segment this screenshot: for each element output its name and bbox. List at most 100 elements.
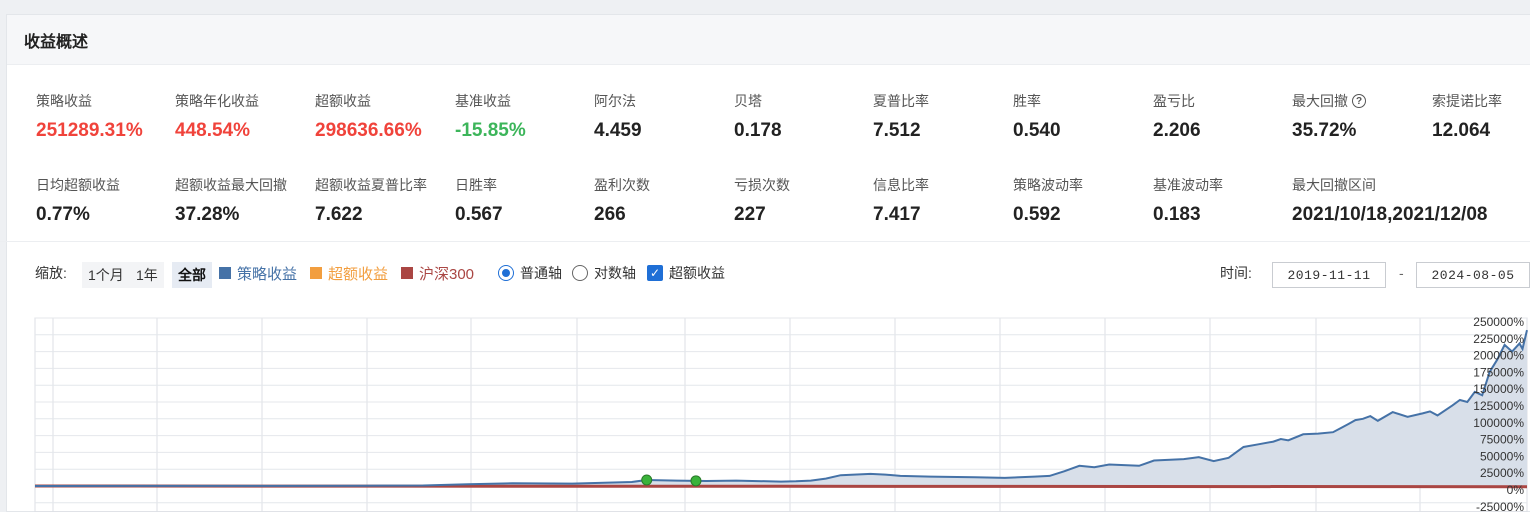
stat-label: 最大回撤 ? — [1292, 91, 1432, 111]
strategy-area-fill — [35, 330, 1527, 486]
stat-value: 2.206 — [1153, 120, 1201, 141]
stat-value: 7.512 — [873, 120, 921, 141]
stat-sharpe: 夏普比率 7.512 — [873, 91, 1013, 142]
divider — [0, 241, 1530, 242]
stat-value: 298636.66% — [315, 120, 422, 141]
stat-sortino: 索提诺比率 12.064 — [1432, 91, 1530, 142]
stat-label: 索提诺比率 — [1432, 93, 1502, 109]
radio-icon — [572, 265, 588, 281]
y-tick-label: 25000% — [1480, 466, 1524, 480]
y-tick-label: 100000% — [1473, 416, 1524, 430]
stat-alpha: 阿尔法 4.459 — [594, 91, 734, 142]
stat-excess-max-drawdown: 超额收益最大回撤 37.28% — [175, 175, 315, 226]
y-tick-label: 75000% — [1480, 433, 1524, 447]
stat-label: 亏损次数 — [734, 177, 790, 193]
y-tick-label: 150000% — [1473, 382, 1524, 396]
returns-chart: 250000% 225000% 200000% 175000% 150000% 12500… — [34, 315, 1528, 512]
stat-label: 策略年化收益 — [175, 93, 259, 109]
stat-label: 超额收益 — [315, 93, 371, 109]
stats-grid: 策略收益 251289.31% 策略年化收益 448.54% 超额收益 2986… — [7, 65, 1530, 257]
zoom-1-year-button[interactable]: 1年 — [130, 262, 164, 288]
stat-value: 0.178 — [734, 120, 782, 141]
stat-value: 35.72% — [1292, 120, 1357, 141]
legend-swatch — [401, 267, 413, 279]
stat-label: 盈亏比 — [1153, 93, 1195, 109]
stat-label: 日均超额收益 — [36, 177, 120, 193]
stat-label: 基准收益 — [455, 93, 511, 109]
stat-value: 12.064 — [1432, 120, 1491, 141]
panel-header: 收益概述 — [7, 15, 1530, 65]
stat-label: 策略收益 — [36, 93, 92, 109]
zoom-all-button[interactable]: 全部 — [172, 262, 212, 288]
trade-marker — [641, 474, 653, 486]
zoom-1-month-button[interactable]: 1个月 — [82, 262, 130, 288]
stat-value: 0.567 — [455, 204, 503, 225]
stat-label-text: 最大回撤 — [1292, 93, 1348, 109]
chart-toolbar: 缩放: 1个月 1年 全部 策略收益 超额收益 沪深300 普通轴 对数轴 ✓ … — [0, 258, 1530, 290]
stat-value: -15.85% — [455, 120, 526, 141]
y-tick-label: 250000% — [1473, 315, 1524, 329]
stat-value: 448.54% — [175, 120, 251, 141]
stat-label: 日胜率 — [455, 177, 497, 193]
stat-win-rate: 胜率 0.540 — [1013, 91, 1153, 142]
legend-strategy[interactable]: 策略收益 — [219, 258, 297, 288]
stat-excess-sharpe: 超额收益夏普比率 7.622 — [315, 175, 455, 226]
stat-label: 盈利次数 — [594, 177, 650, 193]
legend-label: 策略收益 — [237, 265, 298, 283]
radio-normal-axis[interactable]: 普通轴 — [498, 258, 562, 288]
checkmark-icon: ✓ — [647, 265, 663, 281]
zoom-label: 缩放: — [35, 265, 67, 281]
stat-benchmark-return: 基准收益 -15.85% — [455, 91, 595, 142]
time-label: 时间: — [1220, 265, 1252, 281]
stat-label: 基准波动率 — [1153, 177, 1223, 193]
stat-profit-loss-ratio: 盈亏比 2.206 — [1153, 91, 1293, 142]
radio-label: 普通轴 — [520, 265, 562, 281]
date-separator: - — [1399, 265, 1404, 281]
legend-hs300[interactable]: 沪深300 — [401, 258, 474, 288]
radio-icon — [498, 265, 514, 281]
stat-value: 0.183 — [1153, 204, 1201, 225]
stat-label: 最大回撤区间 — [1292, 177, 1376, 193]
legend-swatch — [310, 267, 322, 279]
stat-profit-count: 盈利次数 266 — [594, 175, 734, 226]
stat-value: 0.540 — [1013, 120, 1061, 141]
help-icon[interactable]: ? — [1352, 94, 1366, 108]
stat-label: 胜率 — [1013, 93, 1041, 109]
stat-value: 0.77% — [36, 204, 90, 225]
legend-excess[interactable]: 超额收益 — [310, 258, 388, 288]
stat-daily-win-rate: 日胜率 0.567 — [455, 175, 595, 226]
y-tick-label: 125000% — [1473, 399, 1524, 413]
radio-label: 对数轴 — [594, 265, 636, 281]
stat-max-drawdown-range: 最大回撤区间 2021/10/18,2021/12/08 — [1292, 175, 1530, 226]
stat-label: 贝塔 — [734, 93, 762, 109]
stat-excess-return: 超额收益 298636.66% — [315, 91, 455, 142]
stat-beta: 贝塔 0.178 — [734, 91, 874, 142]
date-to-input[interactable]: 2024-08-05 — [1416, 262, 1530, 288]
stat-strategy-return: 策略收益 251289.31% — [36, 91, 176, 142]
date-from-input[interactable]: 2019-11-11 — [1272, 262, 1386, 288]
stat-label: 阿尔法 — [594, 93, 636, 109]
stat-label: 超额收益最大回撤 — [175, 177, 287, 193]
radio-log-axis[interactable]: 对数轴 — [572, 258, 636, 288]
y-tick-label: -25000% — [1476, 500, 1524, 512]
stat-label: 夏普比率 — [873, 93, 929, 109]
y-tick-label: 175000% — [1473, 365, 1524, 379]
y-tick-label: 225000% — [1473, 332, 1524, 346]
stat-annual-return: 策略年化收益 448.54% — [175, 91, 315, 142]
y-tick-label: 200000% — [1473, 349, 1524, 363]
trade-marker — [690, 475, 702, 487]
stat-max-drawdown: 最大回撤 ? 35.72% — [1292, 91, 1432, 142]
stat-value: 7.417 — [873, 204, 921, 225]
checkbox-excess-return[interactable]: ✓ 超额收益 — [647, 258, 725, 288]
stat-benchmark-volatility: 基准波动率 0.183 — [1153, 175, 1293, 226]
y-tick-label: 50000% — [1480, 449, 1524, 463]
stat-strategy-volatility: 策略波动率 0.592 — [1013, 175, 1153, 226]
stat-value: 37.28% — [175, 204, 240, 225]
y-tick-label: 0% — [1507, 483, 1525, 497]
stat-loss-count: 亏损次数 227 — [734, 175, 874, 226]
checkbox-label: 超额收益 — [669, 265, 725, 281]
stat-information-ratio: 信息比率 7.417 — [873, 175, 1013, 226]
legend-label: 超额收益 — [328, 265, 389, 283]
legend-label: 沪深300 — [419, 265, 475, 283]
stat-value: 0.592 — [1013, 204, 1061, 225]
